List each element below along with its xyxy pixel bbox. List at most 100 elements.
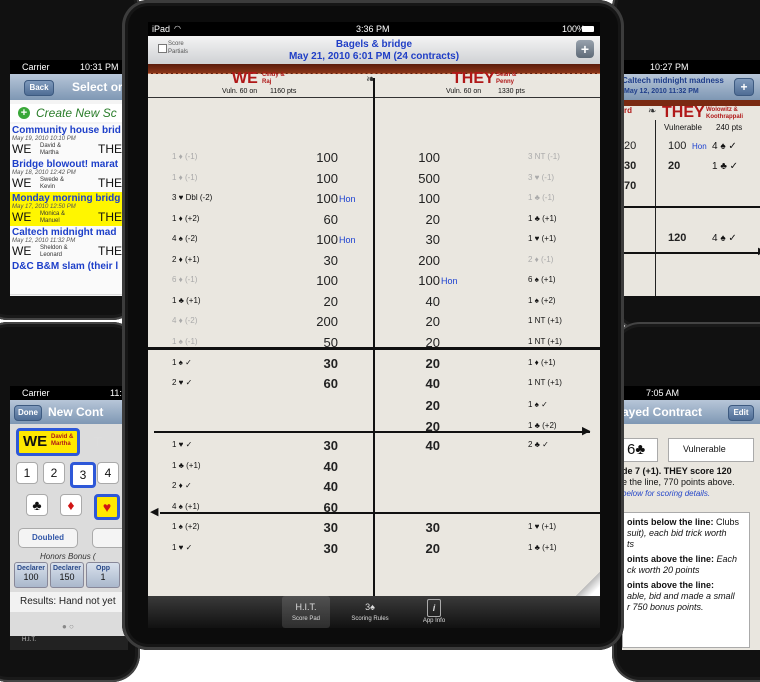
contract-label: 6♣ [627,441,646,458]
level-button-2[interactable]: 2 [43,462,65,484]
rule1-text-b: suit), each bid trick worth [627,528,727,538]
level-button-3[interactable]: 3 [70,462,96,488]
we-score: 20 [624,140,637,152]
score-pad-tab-icon[interactable]: H.I.T. [22,637,36,643]
doubled-button[interactable]: Doubled [18,528,78,548]
tab-score-pad[interactable]: H.I.T. Score Pad [282,596,330,628]
they-score: 100 [418,191,440,206]
level-button-1[interactable]: 1 [16,462,38,484]
we-contract: 6 ♦ (-1) [172,275,198,284]
we-names: Monica & Manuel [40,211,66,224]
score-line [622,206,760,208]
center-line [373,78,375,596]
rule1-text-c: ts [627,539,635,549]
we-selector[interactable]: WE David & Martha [16,428,80,456]
list-item[interactable]: Monday morning bridg May 17, 2010 12:50 P… [10,192,128,227]
we-score: 70 [624,180,637,192]
edit-button[interactable]: Edit [728,405,754,421]
we-label: WE [12,244,32,258]
phone-top-right: 10:27 PM Caltech midnight madness May 12… [612,0,760,330]
phone-top-right-screen: 10:27 PM Caltech midnight madness May 12… [622,60,760,296]
arrow-right-icon: ▶ [582,425,591,437]
honors-button[interactable]: Opp 1 [86,562,120,588]
list-item[interactable]: Community house brid May 19, 2010 10:10 P… [10,124,128,159]
page-curl [576,572,600,596]
game-line-2 [160,512,600,514]
vulnerable-label: Vulnerable [683,444,726,454]
add-button[interactable]: + [734,78,754,96]
carrier-label: Carrier [22,62,50,72]
they-contract: 1 ♠ ✓ [528,400,548,409]
score-pad-icon: H.I.T. [295,602,317,612]
we-score: 60 [323,500,338,515]
we-score: 100 [316,170,338,186]
hearts-icon[interactable]: ♥ [94,494,120,520]
game-title: Bridge blowout! marat [12,159,119,170]
list-item[interactable]: Bridge blowout! marat May 18, 2010 12:42 … [10,158,128,193]
vulnerable-box: Vulnerable [668,438,754,462]
clubs-icon[interactable]: ♣ [26,494,48,516]
nav-title: New Cont [48,405,104,419]
they-selector-partial[interactable]: T [94,434,102,449]
we-contract: 2 ♦ ✓ [172,481,192,490]
phone-bottom-right: 7:05 AM ayed Contract Edit 6♣ Vulnerable… [612,322,760,682]
we-contract: 1 ♣ (+1) [172,461,201,470]
they-contract: 4 ♠ ✓ [712,233,737,244]
they-score: 20 [425,211,440,227]
we-score: 20 [323,293,338,309]
status-bar: 10:27 PM [622,60,760,74]
they-names: Wolowitz & Koothrappali [706,107,743,120]
score-pad: WE Cindy & Raj Vuln. 60 on 1160 pts ❧ TH… [148,64,600,596]
scoring-rules-icon: 3♠ [365,602,375,612]
rule3-text-c: r 750 bonus points. [627,602,704,612]
back-button[interactable]: Back [24,80,54,96]
we-score: 100 [316,273,338,288]
done-button[interactable]: Done [14,405,42,421]
center-line [655,120,656,296]
list-item[interactable]: Caltech midnight mad May 12, 2010 11:32 P… [10,226,128,261]
they-label: THEY [452,70,495,87]
we-score: 60 [323,211,338,227]
game-title: Bagels & bridge [335,39,413,50]
time-label: 7:05 AM [646,388,680,398]
we-contract: 1 ♠ ✓ [172,358,192,367]
they-score: 500 [418,170,440,186]
they-label: THE [98,244,122,258]
rule1-title: oints below the line: [627,517,714,527]
they-contract: 1 ♣ (+1) [528,213,557,223]
result-text: Results: Hand not yet [20,596,116,607]
we-label: WE [12,176,32,190]
we-contract: 2 ♥ ✓ [172,378,193,387]
tab-app-info[interactable]: i App Info [410,596,458,628]
honors-button[interactable]: Declarer 150 [50,562,84,588]
level-button-4[interactable]: 4 [97,462,119,484]
honors-button[interactable]: Declarer 100 [14,562,48,588]
scoring-details-link[interactable]: below for scoring details. [622,488,760,499]
they-contract: 1 ♥ (+1) [528,234,557,243]
add-contract-button[interactable]: + [576,40,594,58]
tab-scoring-rules[interactable]: 3♠ Scoring Rules [346,596,394,628]
phone-bottom-left-screen: Carrier 11: New Cont Done WE David & Mar… [10,386,128,650]
list-item[interactable]: D&C B&M slam (their l [10,260,128,295]
game-title: Monday morning bridg [12,193,121,204]
we-contract: 1 ♥ ✓ [172,543,193,552]
we-points: 1160 pts [270,88,297,95]
we-label: WE [12,210,32,224]
they-contract: 1 ♦ (+1) [528,358,556,367]
phone-bottom-right-screen: 7:05 AM ayed Contract Edit 6♣ Vulnerable… [622,386,760,650]
they-label: THE [98,142,122,156]
diamonds-icon[interactable]: ♦ [60,494,82,516]
game-subtitle: May 21, 2010 6:01 PM (24 contracts) [288,51,460,62]
carrier-label: Carrier [22,388,50,398]
we-score: 100 [316,191,338,206]
nav-title: ayed Contract [622,405,703,419]
they-score: 20 [425,541,440,556]
phone-top-left-screen: Carrier 10:31 PM Select or Back + Create… [10,60,128,296]
contract-box: 6♣ [622,438,658,462]
carrier-label: iPad [152,24,171,34]
they-points: 1330 pts [498,88,525,95]
honors-label: Hon [692,142,707,151]
create-new-row[interactable]: + Create New Sc [10,104,128,122]
we-score: 100 [316,232,338,247]
we-names: David & Martha [51,434,74,447]
